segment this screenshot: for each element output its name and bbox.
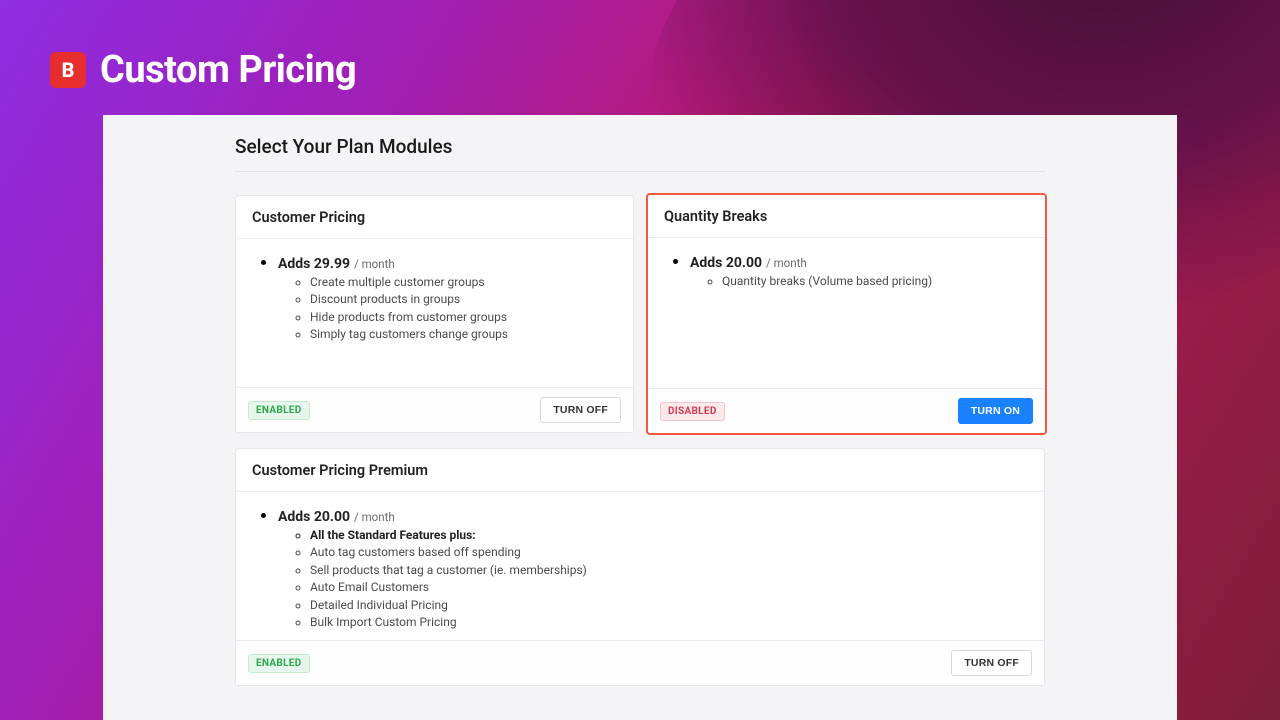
feature-item-lead: All the Standard Features plus: [310, 527, 1030, 544]
modules-row-wide: Customer Pricing Premium Adds 20.00 / mo… [235, 448, 1045, 686]
feature-item: Auto Email Customers [310, 579, 1030, 596]
status-badge: ENABLED [248, 654, 310, 673]
module-title: Quantity Breaks [648, 195, 1045, 238]
module-body: Adds 29.99 / month Create multiple custo… [236, 239, 633, 387]
per-month-label: / month [354, 510, 395, 524]
module-body: Adds 20.00 / month Quantity breaks (Volu… [648, 238, 1045, 388]
content-panel: Select Your Plan Modules Customer Pricin… [103, 115, 1177, 720]
feature-list: Quantity breaks (Volume based pricing) [690, 273, 1031, 290]
module-price: Adds 20.00 [278, 509, 350, 525]
module-body: Adds 20.00 / month All the Standard Feat… [236, 492, 1044, 640]
status-badge: ENABLED [248, 401, 310, 420]
feature-item: Create multiple customer groups [310, 274, 619, 291]
section-title: Select Your Plan Modules [235, 135, 1045, 172]
feature-list: All the Standard Features plus: Auto tag… [278, 527, 1030, 631]
module-card-quantity-breaks: Quantity Breaks Adds 20.00 / month Quant… [648, 195, 1045, 433]
module-footer: ENABLED TURN OFF [236, 640, 1044, 685]
turn-off-button[interactable]: TURN OFF [540, 397, 621, 423]
module-card-customer-pricing: Customer Pricing Adds 29.99 / month Crea… [235, 195, 634, 433]
page-title: Custom Pricing [100, 48, 356, 92]
turn-on-button[interactable]: TURN ON [958, 398, 1033, 424]
feature-item: Sell products that tag a customer (ie. m… [310, 562, 1030, 579]
module-card-customer-pricing-premium: Customer Pricing Premium Adds 20.00 / mo… [235, 448, 1045, 686]
feature-item: Quantity breaks (Volume based pricing) [722, 273, 1031, 290]
module-footer: DISABLED TURN ON [648, 388, 1045, 433]
per-month-label: / month [766, 256, 807, 270]
feature-item: Simply tag customers change groups [310, 326, 619, 343]
module-price: Adds 20.00 [690, 255, 762, 271]
brand-logo-letter: B [62, 58, 75, 82]
feature-item: Discount products in groups [310, 291, 619, 308]
feature-item: Detailed Individual Pricing [310, 597, 1030, 614]
turn-off-button[interactable]: TURN OFF [951, 650, 1032, 676]
module-title: Customer Pricing [236, 196, 633, 239]
app-header: B Custom Pricing [50, 48, 356, 92]
brand-logo-icon: B [50, 52, 86, 88]
feature-list: Create multiple customer groups Discount… [278, 274, 619, 344]
per-month-label: / month [354, 257, 395, 271]
module-footer: ENABLED TURN OFF [236, 387, 633, 432]
feature-item: Auto tag customers based off spending [310, 544, 1030, 561]
modules-row: Customer Pricing Adds 29.99 / month Crea… [235, 195, 1045, 433]
status-badge: DISABLED [660, 402, 725, 421]
module-title: Customer Pricing Premium [236, 449, 1044, 492]
module-price: Adds 29.99 [278, 256, 350, 272]
feature-item: Bulk Import Custom Pricing [310, 614, 1030, 631]
feature-item: Hide products from customer groups [310, 309, 619, 326]
